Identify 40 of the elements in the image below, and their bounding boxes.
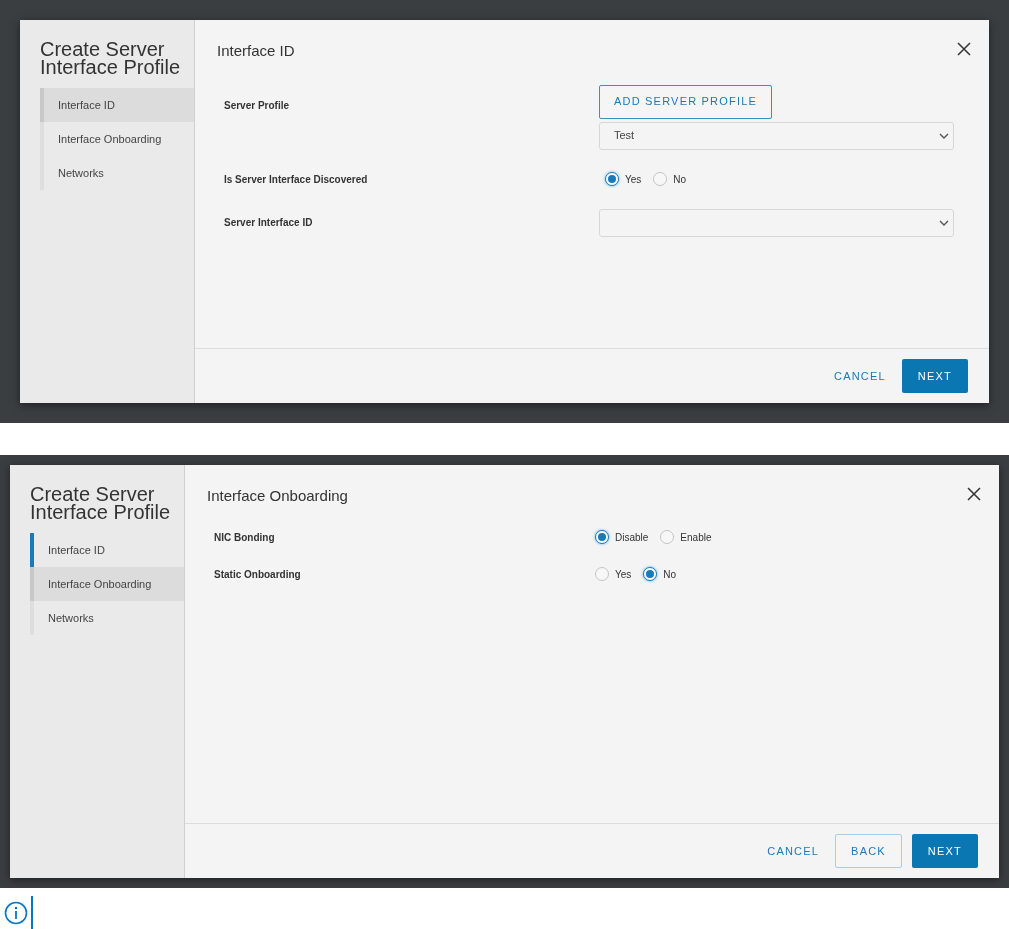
dialog-title: Create Server Interface Profile [40,40,182,76]
info-icon [4,900,28,925]
footer-button[interactable]: NEXT [901,359,968,393]
radio-button[interactable] [595,530,609,544]
radio-label: No [673,172,687,187]
radio-button[interactable] [660,530,675,544]
step-item[interactable]: Networks [30,601,184,635]
section-title: Interface ID [217,41,295,61]
chevron-down-icon [939,219,949,226]
select-value: Test [614,128,635,144]
field-label: Static Onboarding [214,567,302,582]
field-label: Server Interface ID [224,216,314,230]
field-label: Is Server Interface Discovered [224,172,369,187]
footer-button[interactable]: CANCEL [828,359,892,393]
field-label: NIC Bonding [214,530,276,545]
radio-label: No [663,567,677,582]
footer-button[interactable]: BACK [835,834,902,868]
dialog-title: Create Server Interface Profile [30,485,172,521]
step-item[interactable]: Interface ID [40,88,194,122]
footer-button[interactable]: NEXT [911,834,978,868]
chevron-down-icon [939,132,949,139]
footer-button[interactable]: CANCEL [761,834,826,868]
radio-button[interactable] [643,567,658,581]
close-button[interactable] [967,487,981,501]
field-label: Server Profile [224,98,291,113]
radio-button[interactable] [595,567,609,581]
step-item[interactable]: Interface Onboarding [40,122,194,156]
section-title: Interface Onboarding [207,486,348,506]
radio-button[interactable] [653,172,668,186]
radio-label: Enable [680,530,712,545]
step-item[interactable]: Networks [40,156,194,190]
add-server-profile-button[interactable]: ADD SERVER PROFILE [599,84,773,119]
select-field[interactable] [599,208,954,237]
radio-button[interactable] [605,172,619,186]
close-button[interactable] [957,42,971,56]
radio-label: Yes [615,567,632,582]
select-field[interactable]: Test [599,121,954,150]
radio-label: Disable [615,530,649,545]
radio-label: Yes [625,172,642,187]
step-item[interactable]: Interface Onboarding [30,567,184,601]
